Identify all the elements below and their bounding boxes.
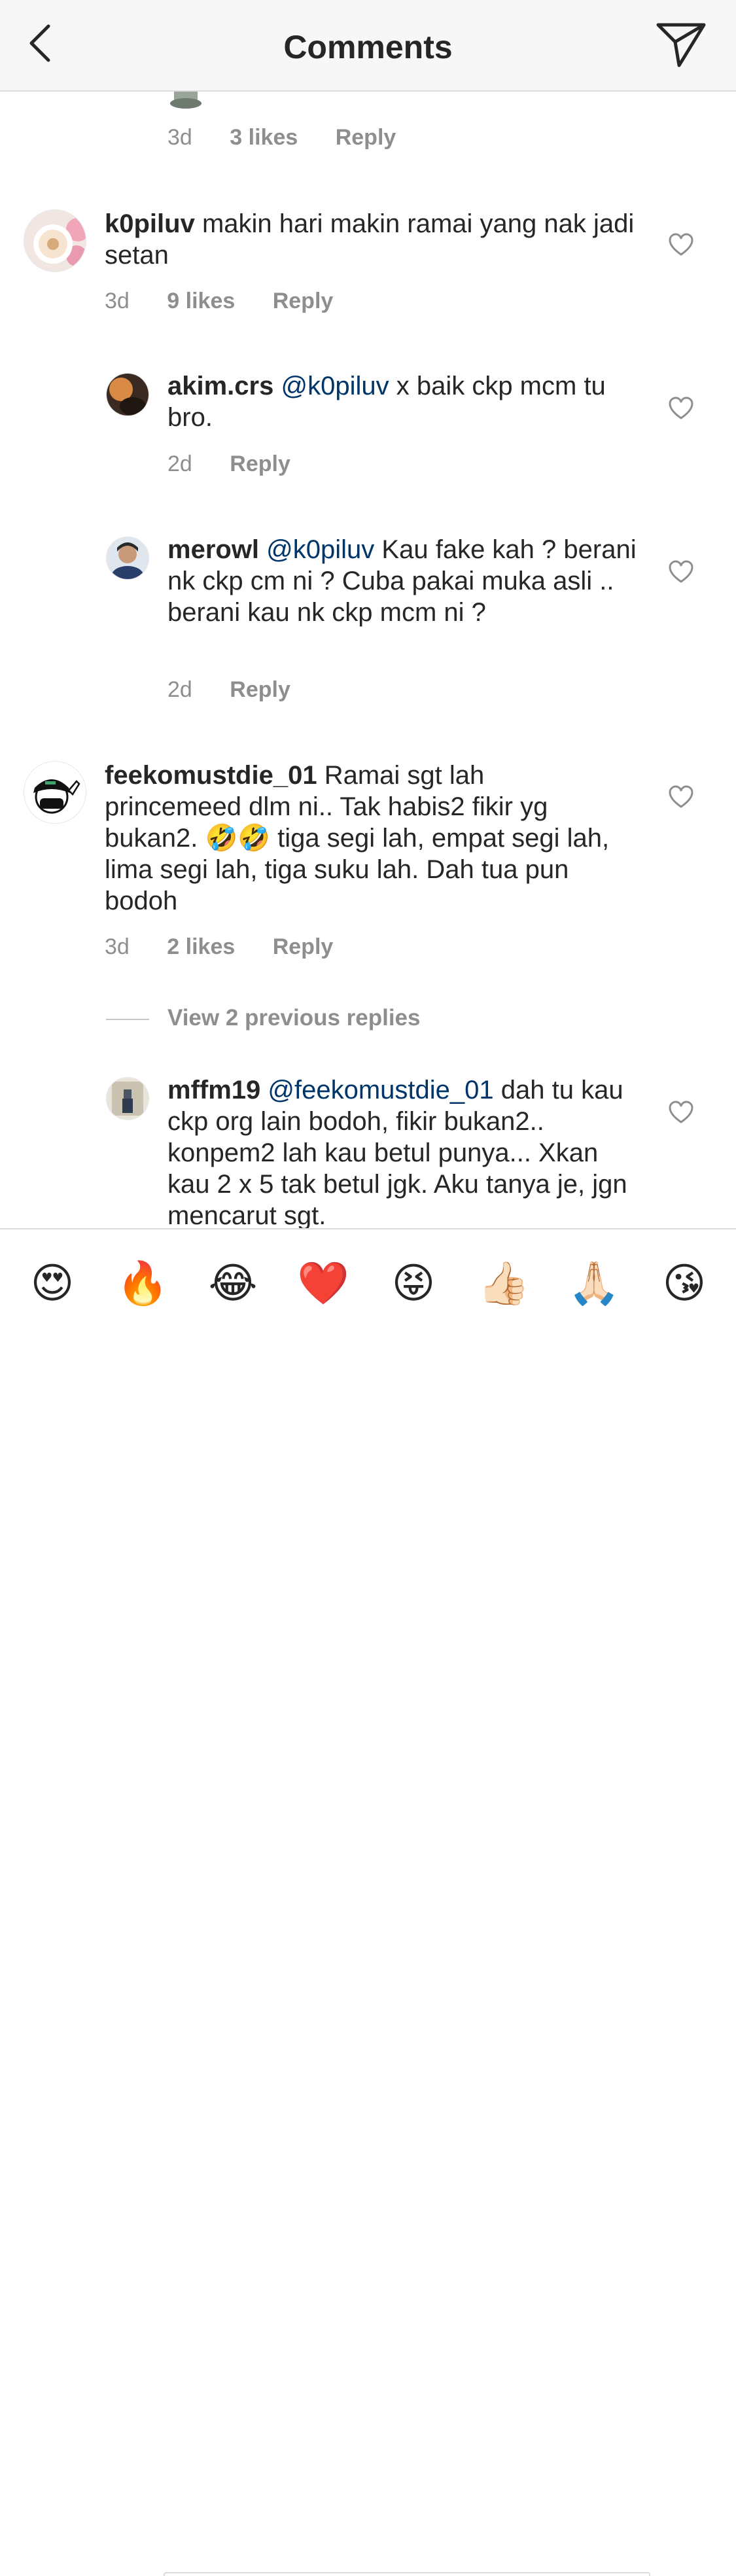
emoji-red-heart[interactable]: ❤️ [297,1257,349,1309]
comment-body: akim.crs @k0piluv x baik ckp mcm tu bro. [167,370,639,433]
page-title: Comments [283,29,453,65]
reply-button[interactable]: Reply [336,124,396,150]
like-heart-icon[interactable] [669,397,693,420]
comment-mention[interactable]: @k0piluv [281,372,389,400]
comment-likes[interactable]: 2 likes [167,934,235,960]
like-heart-icon[interactable] [669,560,693,584]
comment-meta: 2d Reply [167,677,290,703]
send-icon [656,23,706,67]
view-previous-replies-button[interactable]: View 2 previous replies [106,1004,421,1032]
comment-time: 2d [167,451,192,476]
comment-meta: 3d 2 likes Reply [105,934,333,960]
reply-button[interactable]: Reply [230,451,290,477]
comment-body: feekomustdie_01 Ramai sgt lah princemeed… [105,760,628,917]
avatar[interactable] [24,209,86,272]
emoji-fire[interactable]: 🔥 [116,1257,169,1309]
like-heart-icon[interactable] [669,785,693,809]
comment-likes[interactable]: 3 likes [230,124,298,150]
comment-input-edge[interactable] [164,2572,650,2576]
comment-meta: 2d Reply [167,451,290,477]
avatar[interactable] [106,1077,149,1120]
comment-body: merowl @k0piluv Kau fake kah ? berani nk… [167,534,639,628]
comment-mention[interactable]: @feekomustdie_01 [268,1076,493,1104]
emoji-kiss[interactable]: 😘 [658,1257,710,1309]
comment-time: 3d [167,125,192,150]
avatar[interactable] [106,373,149,416]
comment-username[interactable]: mffm19 [167,1076,260,1104]
reply-button[interactable]: Reply [273,934,334,960]
share-button[interactable] [656,20,708,69]
divider-line [106,1018,149,1020]
emoji-tongue[interactable]: 😝 [387,1257,440,1309]
comment-list: 3d 3 likes Reply k0piluv makin hari maki… [0,0,736,1228]
comment-body: mffm19 @feekomustdie_01 dah tu kau ckp o… [167,1074,639,1228]
comment-username[interactable]: akim.crs [167,372,273,400]
comment-likes[interactable]: 9 likes [167,288,235,314]
emoji-pray[interactable]: 🙏🏻 [568,1257,620,1309]
avatar[interactable] [106,537,149,580]
comment-username[interactable]: feekomustdie_01 [105,761,317,790]
comment-meta: 3d 3 likes Reply [167,124,396,150]
avatar[interactable] [24,761,86,824]
view-previous-label: View 2 previous replies [167,1005,421,1031]
comment-mention[interactable]: @k0piluv [266,535,374,564]
top-nav-bar: Comments [0,0,736,92]
reply-button[interactable]: Reply [230,677,290,703]
emoji-laughing[interactable]: 😂 [207,1257,259,1309]
comment-time: 3d [105,289,130,313]
comment-body: k0piluv makin hari makin ramai yang nak … [105,208,641,271]
like-heart-icon[interactable] [669,233,693,256]
emoji-heart-eyes[interactable]: 😍 [26,1257,79,1309]
comment-time: 3d [105,934,130,959]
comment-username[interactable]: merowl [167,535,259,564]
comment-meta: 3d 9 likes Reply [105,288,333,314]
emoji-reaction-bar: 😍 🔥 😂 ❤️ 😝 👍🏻 🙏🏻 😘 [0,1228,736,2576]
reply-button[interactable]: Reply [273,288,334,314]
emoji-thumbs-up[interactable]: 👍🏻 [478,1257,530,1309]
like-heart-icon[interactable] [669,1101,693,1124]
comment-time: 2d [167,677,192,702]
comment-username[interactable]: k0piluv [105,209,195,238]
